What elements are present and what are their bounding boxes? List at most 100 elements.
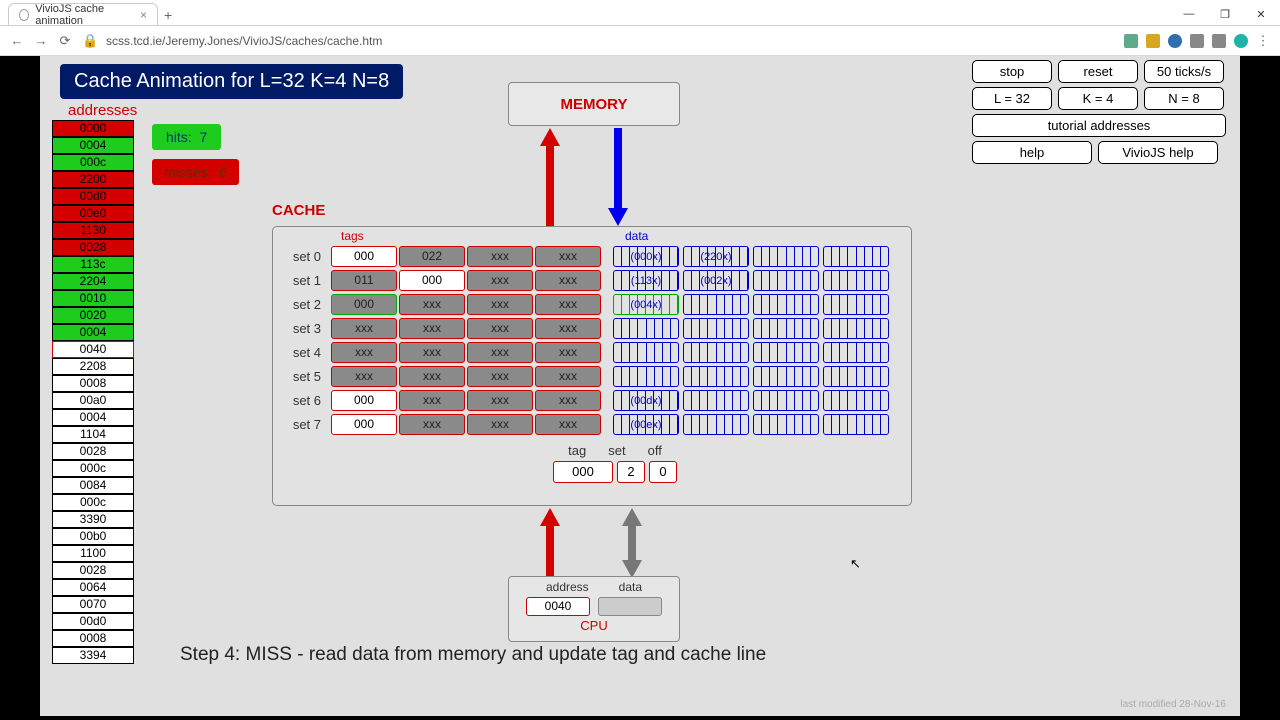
ext-icon[interactable] <box>1190 34 1204 48</box>
address-cell[interactable]: 0040 <box>52 341 134 358</box>
address-cell[interactable]: 3394 <box>52 647 134 664</box>
tag-cell: xxx <box>467 318 533 339</box>
address-cell[interactable]: 0070 <box>52 596 134 613</box>
address-cell[interactable]: 0010 <box>52 290 134 307</box>
data-block <box>683 294 749 315</box>
address-cell[interactable]: 0004 <box>52 324 134 341</box>
address-cell[interactable]: 0020 <box>52 307 134 324</box>
tag-cell: xxx <box>331 318 397 339</box>
data-block <box>753 270 819 291</box>
cache-row: set 4xxxxxxxxxxxx <box>281 341 889 364</box>
window-maximize[interactable]: ❐ <box>1208 3 1242 25</box>
menu-icon[interactable]: ⋮ <box>1256 33 1270 49</box>
extension-icons: ⋮ <box>1124 33 1270 49</box>
tag-cell: 000 <box>331 390 397 411</box>
set-label: set 1 <box>281 273 329 288</box>
address-bar: ← → ⟳ 🔒 scss.tcd.ie/Jeremy.Jones/VivioJS… <box>0 26 1280 56</box>
breakdown-set: 2 <box>617 461 645 483</box>
cache-row: set 3xxxxxxxxxxxx <box>281 317 889 340</box>
address-cell[interactable]: 2200 <box>52 171 134 188</box>
speed-button[interactable]: 50 ticks/s <box>1144 60 1224 83</box>
new-tab-button[interactable]: + <box>164 7 172 25</box>
data-block <box>753 366 819 387</box>
browser-tab[interactable]: VivioJS cache animation × <box>8 3 158 25</box>
window-close[interactable]: ✕ <box>1244 3 1278 25</box>
tag-cell: 011 <box>331 270 397 291</box>
address-cell[interactable]: 00a0 <box>52 392 134 409</box>
address-cell[interactable]: 0004 <box>52 137 134 154</box>
param-k-button[interactable]: K = 4 <box>1058 87 1138 110</box>
window-minimize[interactable]: — <box>1172 3 1206 25</box>
tag-cell: xxx <box>535 318 601 339</box>
address-cell[interactable]: 2204 <box>52 273 134 290</box>
profile-icon[interactable] <box>1234 34 1248 48</box>
data-block: (00dx) <box>613 390 679 411</box>
misses-counter: misses: 6 <box>152 159 239 185</box>
address-cell[interactable]: 000c <box>52 154 134 171</box>
puzzle-icon[interactable] <box>1212 34 1226 48</box>
reset-button[interactable]: reset <box>1058 60 1138 83</box>
tag-cell: xxx <box>399 390 465 411</box>
address-cell[interactable]: 00b0 <box>52 528 134 545</box>
address-cell[interactable]: 00d0 <box>52 188 134 205</box>
data-block <box>683 318 749 339</box>
address-cell[interactable]: 1100 <box>52 545 134 562</box>
address-cell[interactable]: 0028 <box>52 443 134 460</box>
tag-cell: 022 <box>399 246 465 267</box>
cache-row: set 5xxxxxxxxxxxx <box>281 365 889 388</box>
data-block: (113x) <box>613 270 679 291</box>
address-cell[interactable]: 000c <box>52 460 134 477</box>
data-block <box>823 294 889 315</box>
cache-row: set 6000xxxxxxxxx(00dx) <box>281 389 889 412</box>
address-cell[interactable]: 1130 <box>52 222 134 239</box>
address-cell[interactable]: 0000 <box>52 120 134 137</box>
address-cell[interactable]: 3390 <box>52 511 134 528</box>
cpu-data <box>598 597 662 616</box>
reload-icon[interactable]: ⟳ <box>58 33 72 49</box>
back-icon[interactable]: ← <box>10 33 24 48</box>
help-button[interactable]: help <box>972 141 1092 164</box>
address-cell[interactable]: 00e0 <box>52 205 134 222</box>
address-cell[interactable]: 000c <box>52 494 134 511</box>
data-block: (004x) <box>613 294 679 315</box>
data-block <box>683 366 749 387</box>
tag-cell: xxx <box>467 366 533 387</box>
address-cell[interactable]: 0084 <box>52 477 134 494</box>
memory-box: MEMORY <box>508 82 680 126</box>
stop-button[interactable]: stop <box>972 60 1052 83</box>
param-n-button[interactable]: N = 8 <box>1144 87 1224 110</box>
tag-cell: 000 <box>331 294 397 315</box>
last-modified: last modified 28-Nov-16 <box>1120 699 1226 710</box>
tag-cell: xxx <box>399 366 465 387</box>
address-cell[interactable]: 00d0 <box>52 613 134 630</box>
data-block: (002x) <box>683 270 749 291</box>
close-icon[interactable]: × <box>140 8 147 22</box>
address-cell[interactable]: 0064 <box>52 579 134 596</box>
address-cell[interactable]: 113c <box>52 256 134 273</box>
address-cell[interactable]: 2208 <box>52 358 134 375</box>
data-label: data <box>625 229 648 243</box>
address-list: 00000004000c220000d000e011300028113c2204… <box>52 120 134 664</box>
address-cell[interactable]: 0008 <box>52 375 134 392</box>
address-cell[interactable]: 0004 <box>52 409 134 426</box>
set-label: set 7 <box>281 417 329 432</box>
ext-icon[interactable] <box>1124 34 1138 48</box>
tag-cell: xxx <box>467 414 533 435</box>
url-text[interactable]: scss.tcd.ie/Jeremy.Jones/VivioJS/caches/… <box>106 34 1114 48</box>
address-cell[interactable]: 0008 <box>52 630 134 647</box>
set-label: set 4 <box>281 345 329 360</box>
tag-cell: xxx <box>331 342 397 363</box>
ext-icon[interactable] <box>1146 34 1160 48</box>
tag-cell: xxx <box>399 318 465 339</box>
data-block <box>683 390 749 411</box>
viviojs-help-button[interactable]: VivioJS help <box>1098 141 1218 164</box>
tutorial-button[interactable]: tutorial addresses <box>972 114 1226 137</box>
address-cell[interactable]: 0028 <box>52 239 134 256</box>
breakdown-off: 0 <box>649 461 677 483</box>
param-l-button[interactable]: L = 32 <box>972 87 1052 110</box>
ext-icon[interactable] <box>1168 34 1182 48</box>
address-cell[interactable]: 0028 <box>52 562 134 579</box>
forward-icon[interactable]: → <box>34 33 48 48</box>
address-cell[interactable]: 1104 <box>52 426 134 443</box>
browser-titlebar: VivioJS cache animation × + — ❐ ✕ <box>0 0 1280 26</box>
